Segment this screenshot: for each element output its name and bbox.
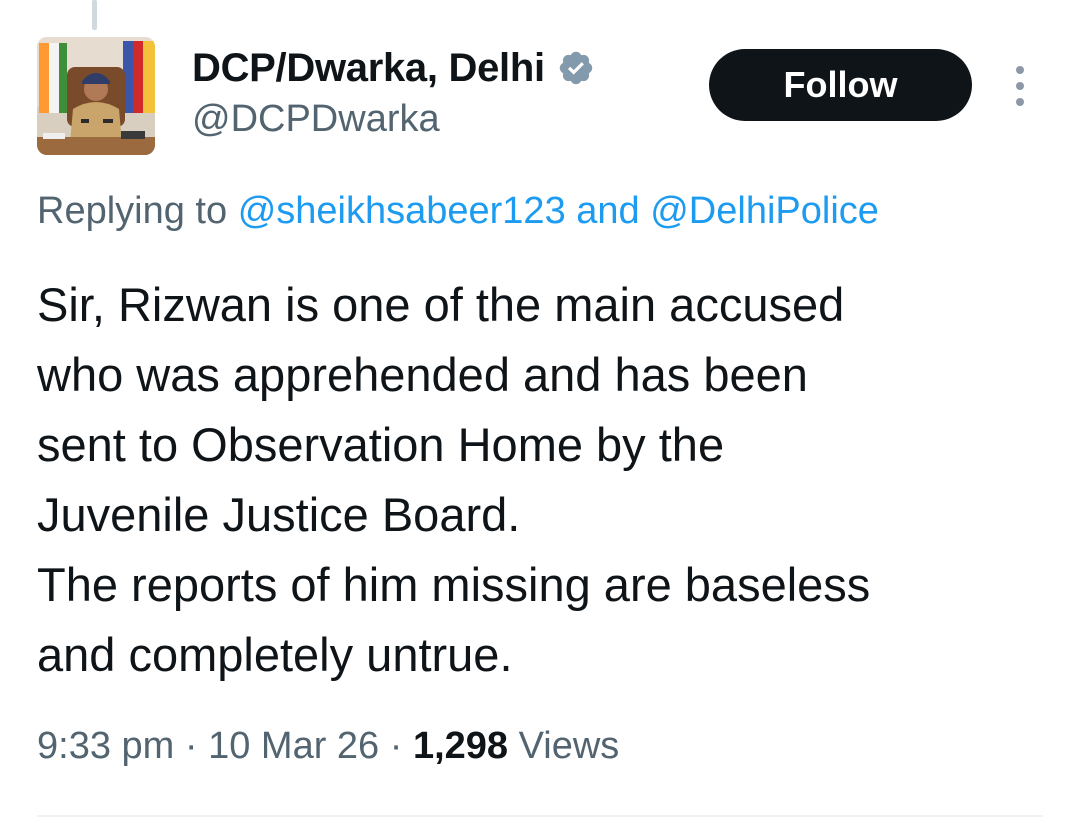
more-dot — [1016, 98, 1024, 106]
more-dot — [1016, 66, 1024, 74]
views-count: 1,298 — [412, 725, 509, 767]
divider — [37, 815, 1043, 817]
tweet-text-line: Juvenile Justice Board. — [37, 488, 521, 541]
verified-badge-icon[interactable] — [557, 49, 595, 87]
tweet-text: Sir, Rizwan is one of the main accused w… — [37, 270, 1047, 690]
author-handle[interactable]: @DCPDwarka — [192, 98, 440, 141]
views-label: Views — [518, 725, 620, 767]
author-name-row: DCP/Dwarka, Delhi — [192, 44, 595, 92]
tweet-text-line: Sir, Rizwan is one of the main accused — [37, 278, 845, 331]
tweet-text-line: sent to Observation Home by the — [37, 418, 725, 471]
tweet-time[interactable]: 9:33 pm — [37, 725, 174, 767]
replying-to-prefix: Replying to — [37, 190, 228, 232]
tweet-text-line: The reports of him missing are baseless — [37, 558, 871, 611]
meta-separator: · — [389, 725, 403, 767]
tweet-metadata: 9:33 pm · 10 Mar 26 · 1,298 Views — [37, 725, 619, 768]
tweet-text-line: who was apprehended and has been — [37, 348, 808, 401]
profile-photo — [37, 37, 155, 155]
meta-separator: · — [184, 725, 198, 767]
replying-to-context: Replying to @sheikhsabeer123 and @DelhiP… — [37, 190, 879, 233]
more-vertical-icon[interactable] — [1005, 66, 1035, 106]
mention-link-delhipolice[interactable]: @DelhiPolice — [650, 190, 879, 232]
thread-connector-line — [92, 0, 97, 30]
mention-conjunction[interactable]: and — [576, 190, 639, 232]
author-display-name[interactable]: DCP/Dwarka, Delhi — [192, 46, 545, 91]
more-dot — [1016, 82, 1024, 90]
tweet-text-line: and completely untrue. — [37, 628, 513, 681]
follow-button[interactable]: Follow — [709, 49, 972, 121]
tweet-date[interactable]: 10 Mar 26 — [208, 725, 379, 767]
mention-link-sheikhsabeer123[interactable]: @sheikhsabeer123 — [238, 190, 566, 232]
avatar[interactable] — [37, 37, 155, 155]
